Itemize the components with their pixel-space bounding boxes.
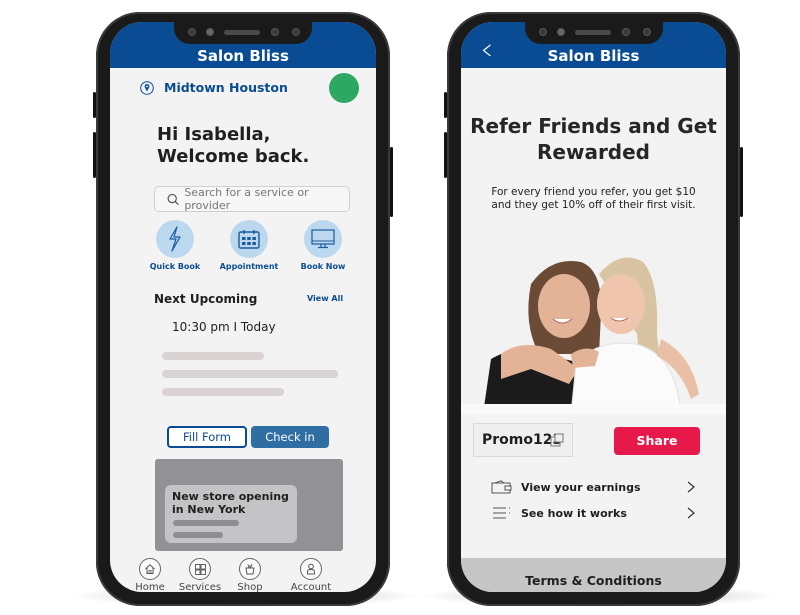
how-it-works-label: See how it works xyxy=(521,506,627,520)
banner-text: New store opening in New York xyxy=(172,490,289,516)
search-icon xyxy=(167,193,179,205)
check-in-button[interactable]: Check in xyxy=(251,426,329,448)
placeholder-line xyxy=(173,532,223,538)
greeting-line-1: Hi Isabella, xyxy=(157,124,271,145)
tab-services-label: Services xyxy=(178,582,222,592)
view-all-link[interactable]: View All xyxy=(307,294,343,303)
tab-shop[interactable]: Shop xyxy=(222,558,278,592)
location-selector[interactable]: Midtown Houston xyxy=(140,80,288,95)
promo-code-field[interactable]: Promo123 xyxy=(473,423,573,457)
placeholder-line xyxy=(162,352,264,360)
banner-text-line-2: in New York xyxy=(172,503,246,516)
banner-text-line-1: New store opening xyxy=(172,490,289,503)
chevron-right-icon xyxy=(687,481,695,493)
appointment-time: 10:30 pm I Today xyxy=(172,320,276,334)
chevron-right-icon xyxy=(687,507,695,519)
app-title: Salon Bliss xyxy=(197,47,289,65)
quick-book-label: Quick Book xyxy=(149,262,201,271)
bottom-tab-bar: Home Services Shop Account xyxy=(110,558,376,592)
volume-button xyxy=(93,132,96,178)
power-button xyxy=(740,147,743,217)
headline-line-2: Rewarded xyxy=(537,140,650,164)
appointment-label: Appointment xyxy=(219,262,279,271)
referral-screen: Salon Bliss Refer Friends and Get Reward… xyxy=(461,22,726,592)
grid-icon xyxy=(194,563,206,575)
list-icon xyxy=(493,507,510,519)
app-title: Salon Bliss xyxy=(547,47,640,65)
referral-headline: Refer Friends and Get Rewarded xyxy=(461,113,726,165)
book-now-label: Book Now xyxy=(300,262,346,271)
promo-banner[interactable]: New store opening in New York xyxy=(155,459,343,551)
menu-item-view-earnings[interactable]: View your earnings xyxy=(491,478,701,496)
search-input[interactable]: Search for a service or provider xyxy=(154,186,350,212)
tab-account[interactable]: Account xyxy=(283,558,339,592)
referral-description: For every friend you refer, you get $10 … xyxy=(491,186,696,211)
power-button xyxy=(390,147,393,217)
greeting-line-2: Welcome back. xyxy=(157,146,310,167)
greeting: Hi Isabella, Welcome back. xyxy=(157,124,309,168)
search-placeholder: Search for a service or provider xyxy=(184,186,309,212)
menu-item-how-it-works[interactable]: See how it works xyxy=(491,504,701,522)
appointment-button[interactable]: Appointment xyxy=(219,220,279,271)
quick-book-button[interactable]: Quick Book xyxy=(145,220,205,271)
location-label: Midtown Houston xyxy=(164,80,288,95)
tab-shop-label: Shop xyxy=(237,582,263,592)
tab-home[interactable]: Home xyxy=(122,558,178,592)
lightning-icon xyxy=(169,226,181,252)
tab-services[interactable]: Services xyxy=(172,558,228,592)
banner-card: New store opening in New York xyxy=(165,485,297,543)
phone-right: Salon Bliss Refer Friends and Get Reward… xyxy=(444,12,743,606)
notch xyxy=(174,22,312,44)
placeholder-line xyxy=(173,520,239,526)
user-icon xyxy=(307,563,315,575)
placeholder-line xyxy=(162,370,338,378)
phone-left: Salon Bliss Midtown Houston Hi Isabella,… xyxy=(93,12,393,606)
copy-icon[interactable] xyxy=(550,433,564,447)
location-pin-icon xyxy=(140,80,154,95)
tab-home-label: Home xyxy=(135,582,165,592)
volume-button xyxy=(444,92,447,118)
notch xyxy=(524,22,663,44)
next-upcoming-title: Next Upcoming xyxy=(154,292,258,306)
calendar-icon xyxy=(238,230,260,249)
volume-button xyxy=(444,132,447,178)
placeholder-line xyxy=(162,388,284,396)
home-icon xyxy=(145,564,155,574)
wallet-icon xyxy=(491,480,512,494)
headline-line-1: Refer Friends and Get xyxy=(470,114,717,138)
friends-photo xyxy=(461,244,726,414)
monitor-icon xyxy=(311,229,335,249)
share-button[interactable]: Share xyxy=(614,427,700,455)
view-earnings-label: View your earnings xyxy=(521,480,641,494)
avatar[interactable] xyxy=(329,73,359,103)
volume-button xyxy=(93,92,96,118)
terms-conditions-button[interactable]: Terms & Conditions xyxy=(461,558,726,592)
shopping-bag-icon xyxy=(245,563,255,575)
home-screen: Salon Bliss Midtown Houston Hi Isabella,… xyxy=(110,22,376,592)
book-now-button[interactable]: Book Now xyxy=(293,220,353,271)
fill-form-button[interactable]: Fill Form xyxy=(167,426,247,448)
tab-account-label: Account xyxy=(290,582,332,592)
